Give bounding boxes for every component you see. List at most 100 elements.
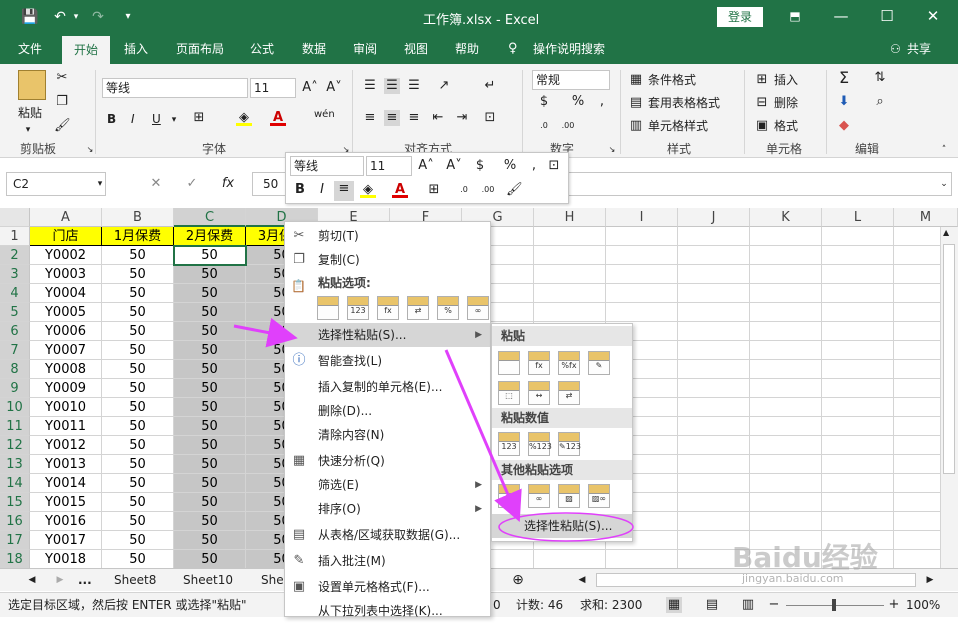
cell-styles-icon[interactable]: ▥ [628, 118, 644, 134]
cell[interactable]: Y0007 [30, 341, 102, 360]
row-header[interactable]: 14 [0, 474, 30, 493]
cell[interactable]: Y0005 [30, 303, 102, 322]
cell[interactable]: 50 [174, 531, 246, 550]
decrease-font-icon[interactable]: A˅ [326, 80, 342, 96]
font-color-icon[interactable]: A [270, 110, 286, 126]
save-icon[interactable]: 💾 [20, 7, 40, 27]
cell[interactable] [750, 379, 822, 398]
mini-comma-icon[interactable]: , [526, 158, 542, 174]
merge-center-icon[interactable]: ⊡ [482, 110, 498, 126]
column-header[interactable]: H [534, 208, 606, 227]
paste-keep-source-format-icon[interactable]: ✎ [588, 351, 610, 375]
row-header[interactable]: 2 [0, 246, 30, 265]
tab-home[interactable]: 开始 [62, 36, 111, 64]
delete-cells-icon[interactable]: ⊟ [754, 95, 770, 111]
cell[interactable]: 50 [102, 379, 174, 398]
row-header[interactable]: 3 [0, 265, 30, 284]
underline-dropdown-icon[interactable]: ▾ [166, 112, 182, 128]
paste-icon[interactable] [498, 351, 520, 375]
cell[interactable]: 50 [102, 322, 174, 341]
cell[interactable]: 50 [102, 512, 174, 531]
cell[interactable] [678, 322, 750, 341]
row-header[interactable]: 15 [0, 493, 30, 512]
number-format-box[interactable]: 常规 [532, 70, 610, 90]
ribbon-display-icon[interactable]: ⬒ [772, 0, 818, 34]
paste-formatting-icon[interactable]: % [498, 484, 520, 508]
row-header[interactable]: 8 [0, 360, 30, 379]
cell[interactable]: Y0014 [30, 474, 102, 493]
normal-view-icon[interactable]: ▦ [666, 597, 682, 613]
cell[interactable]: 50 [174, 493, 246, 512]
share-button[interactable]: 共享 [907, 34, 931, 64]
cell[interactable]: Y0006 [30, 322, 102, 341]
copy-icon[interactable]: ❐ [54, 94, 70, 110]
cell[interactable] [678, 246, 750, 265]
sheet-tab-sheet8[interactable]: Sheet8 [114, 571, 156, 589]
cell[interactable]: 50 [174, 436, 246, 455]
cell[interactable]: 50 [174, 360, 246, 379]
menu-item-format-cells[interactable]: ▣ 设置单元格格式(F)... [285, 575, 490, 599]
cell[interactable] [534, 265, 606, 284]
cell[interactable] [534, 303, 606, 322]
tell-me-search[interactable]: 操作说明搜索 [533, 34, 605, 64]
align-bottom-icon[interactable]: ☰ [406, 78, 422, 94]
cell[interactable]: 50 [174, 379, 246, 398]
sheet-tab-sheet10[interactable]: Sheet10 [183, 571, 233, 589]
cell[interactable]: 50 [174, 284, 246, 303]
cell[interactable] [678, 227, 750, 246]
page-layout-icon[interactable]: ▤ [704, 597, 720, 613]
tab-data[interactable]: 数据 [302, 34, 326, 64]
cell[interactable] [750, 303, 822, 322]
cell[interactable] [822, 227, 894, 246]
cell[interactable]: 50 [174, 417, 246, 436]
cell[interactable] [822, 379, 894, 398]
accounting-format-icon[interactable]: $ [536, 94, 552, 110]
menu-item-pick-list[interactable]: 从下拉列表中选择(K)... [285, 599, 490, 623]
mini-decrease-font-icon[interactable]: A˅ [446, 158, 462, 174]
increase-font-icon[interactable]: A˄ [302, 80, 318, 96]
collapse-ribbon-icon[interactable]: ˄ [936, 142, 952, 158]
cell[interactable] [678, 493, 750, 512]
menu-item-insert-copied[interactable]: 插入复制的单元格(E)... [285, 375, 490, 399]
mini-align-center-icon[interactable]: ≡ [334, 181, 354, 201]
paste-formulas-icon[interactable]: fx [528, 351, 550, 375]
delete-cells-button[interactable]: 删除 [774, 94, 798, 112]
row-header[interactable]: 5 [0, 303, 30, 322]
cell[interactable]: 50 [102, 303, 174, 322]
cell[interactable] [822, 493, 894, 512]
format-cells-button[interactable]: 格式 [774, 117, 798, 135]
cell[interactable] [822, 436, 894, 455]
cell[interactable] [606, 265, 678, 284]
cell[interactable] [678, 303, 750, 322]
increase-decimal-icon[interactable]: .0 [536, 118, 552, 134]
sort-filter-icon[interactable]: ⇅ [872, 70, 888, 86]
cell[interactable]: 50 [102, 398, 174, 417]
cell[interactable] [534, 284, 606, 303]
cell[interactable] [606, 303, 678, 322]
row-header[interactable]: 11 [0, 417, 30, 436]
close-button[interactable]: ✕ [910, 0, 956, 34]
cell[interactable] [678, 379, 750, 398]
expand-formula-icon[interactable]: ⌄ [936, 176, 952, 192]
tab-insert[interactable]: 插入 [124, 34, 148, 64]
hscroll-left-icon[interactable]: ◀ [574, 572, 590, 588]
row-header[interactable]: 10 [0, 398, 30, 417]
menu-item-quick-analysis[interactable]: ▦ 快速分析(Q) [285, 449, 490, 473]
orientation-icon[interactable]: ↗ [436, 78, 452, 94]
paste-option-values-icon[interactable]: 123 [347, 296, 369, 320]
paste-values-source-format-icon[interactable]: ✎123 [558, 432, 581, 456]
decrease-indent-icon[interactable]: ⇤ [430, 110, 446, 126]
cell[interactable]: 50 [174, 341, 246, 360]
row-header[interactable]: 7 [0, 341, 30, 360]
row-header[interactable]: 18 [0, 550, 30, 568]
cell[interactable] [750, 398, 822, 417]
row-header[interactable]: 13 [0, 455, 30, 474]
column-header[interactable]: M [894, 208, 958, 227]
align-left-icon[interactable]: ≡ [362, 110, 378, 126]
borders-icon[interactable]: ⊞ [191, 110, 207, 126]
menu-item-sort[interactable]: 排序(O) ▶ [285, 497, 490, 521]
cell[interactable] [822, 474, 894, 493]
cell[interactable] [750, 265, 822, 284]
undo-dropdown-icon[interactable]: ▾ [66, 7, 86, 27]
redo-icon[interactable]: ↷ [88, 7, 108, 27]
